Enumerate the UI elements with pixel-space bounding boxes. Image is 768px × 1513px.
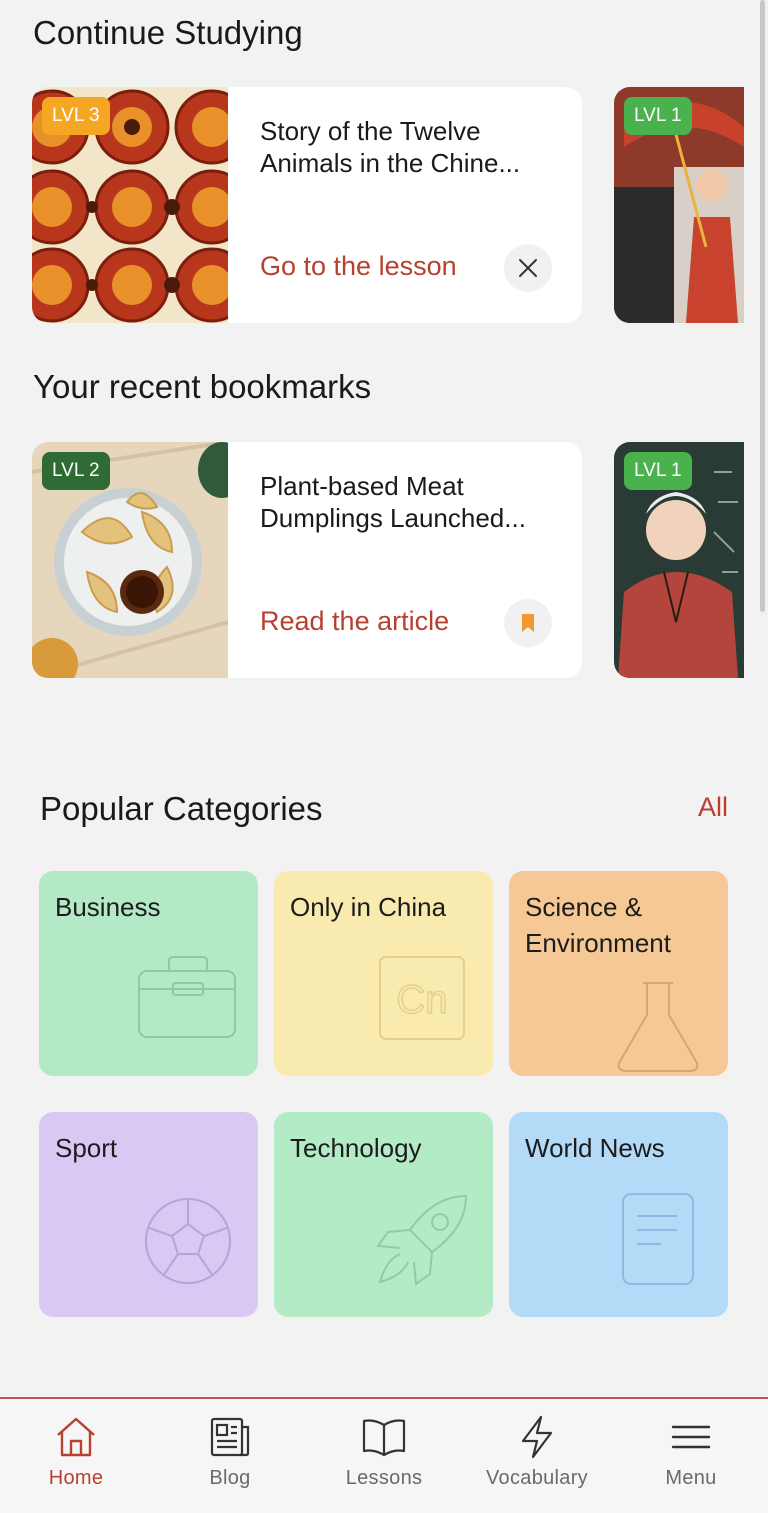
scrollbar[interactable] bbox=[760, 0, 765, 612]
article-title: Plant-based Meat Dumplings Launched... bbox=[260, 471, 526, 533]
book-icon bbox=[362, 1419, 406, 1457]
category-label: World News bbox=[525, 1133, 665, 1163]
tab-home[interactable]: Home bbox=[6, 1413, 146, 1490]
dismiss-button[interactable] bbox=[504, 244, 552, 292]
level-badge: LVL 1 bbox=[624, 452, 692, 490]
document-icon bbox=[622, 1193, 694, 1285]
category-only-in-china[interactable]: Only in China Cn bbox=[274, 871, 493, 1076]
popular-categories-title: Popular Categories bbox=[40, 790, 323, 827]
lesson-card[interactable]: LVL 3 Story of the Twelve Animals in the… bbox=[32, 87, 582, 323]
rocket-icon bbox=[376, 1194, 468, 1286]
all-categories-link[interactable]: All bbox=[698, 792, 728, 823]
tab-label: Blog bbox=[209, 1467, 251, 1489]
category-label: Sport bbox=[55, 1133, 118, 1163]
tab-label: Vocabulary bbox=[486, 1467, 588, 1489]
tab-label: Lessons bbox=[345, 1467, 423, 1489]
tab-lessons[interactable]: Lessons bbox=[314, 1413, 454, 1490]
tab-blog[interactable]: Blog bbox=[160, 1413, 300, 1490]
read-article-link[interactable]: Read the article bbox=[260, 606, 449, 637]
close-icon bbox=[519, 259, 537, 277]
continue-studying-title: Continue Studying bbox=[33, 14, 303, 51]
bookmark-card[interactable]: LVL 2 Plant-based Meat Dumplings Launche… bbox=[32, 442, 582, 678]
newspaper-icon bbox=[210, 1417, 250, 1457]
tab-label: Home bbox=[48, 1467, 104, 1489]
category-label: Only in China bbox=[290, 892, 447, 922]
go-to-lesson-link[interactable]: Go to the lesson bbox=[260, 251, 457, 282]
category-label: Business bbox=[55, 892, 161, 922]
category-science-environment[interactable]: Science & Environment bbox=[509, 871, 728, 1076]
bookmark-button[interactable] bbox=[504, 599, 552, 647]
tab-label: Menu bbox=[665, 1467, 717, 1489]
menu-icon bbox=[671, 1425, 711, 1449]
category-business[interactable]: Business bbox=[39, 871, 258, 1076]
level-badge: LVL 2 bbox=[42, 452, 110, 490]
article-thumbnail: LVL 2 bbox=[32, 442, 228, 678]
category-world-news[interactable]: World News bbox=[509, 1112, 728, 1317]
flask-icon bbox=[617, 982, 699, 1072]
bookmarks-carousel[interactable]: LVL 2 Plant-based Meat Dumplings Launche… bbox=[32, 442, 768, 678]
tab-vocabulary[interactable]: Vocabulary bbox=[467, 1413, 607, 1490]
category-label: Science & Environment bbox=[525, 892, 671, 958]
bookmark-icon bbox=[522, 614, 534, 632]
tab-menu[interactable]: Menu bbox=[621, 1413, 761, 1490]
lightning-icon bbox=[521, 1415, 553, 1459]
next-lesson-card[interactable]: LVL 1 bbox=[614, 87, 744, 323]
bookmarks-title: Your recent bookmarks bbox=[33, 368, 372, 405]
home-icon bbox=[57, 1417, 95, 1457]
category-technology[interactable]: Technology bbox=[274, 1112, 493, 1317]
lesson-thumbnail: LVL 3 bbox=[32, 87, 228, 323]
level-badge: LVL 1 bbox=[624, 97, 692, 135]
continue-studying-carousel[interactable]: LVL 3 Story of the Twelve Animals in the… bbox=[32, 87, 768, 323]
category-sport[interactable]: Sport bbox=[39, 1112, 258, 1317]
level-badge: LVL 3 bbox=[42, 97, 110, 135]
cn-icon: Cn bbox=[379, 956, 465, 1040]
soccer-ball-icon bbox=[145, 1198, 231, 1284]
category-label: Technology bbox=[290, 1133, 422, 1163]
svg-text:Cn: Cn bbox=[396, 978, 447, 1022]
bottom-tab-bar: Home Blog Lessons Vocabulary Menu bbox=[0, 1397, 768, 1513]
lesson-title: Story of the Twelve Animals in the Chine… bbox=[260, 116, 521, 178]
briefcase-icon bbox=[138, 956, 236, 1038]
next-bookmark-card[interactable]: LVL 1 bbox=[614, 442, 744, 678]
